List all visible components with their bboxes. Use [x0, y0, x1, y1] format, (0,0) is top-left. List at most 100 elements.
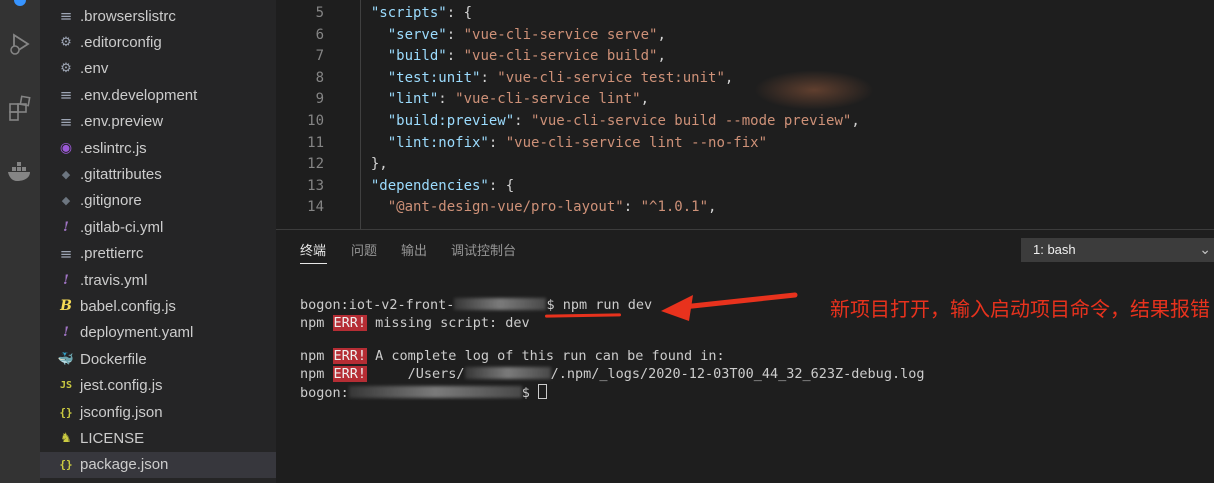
file-name: deployment.yaml: [80, 324, 194, 342]
eslint-icon: ◉: [59, 140, 73, 156]
code-token: "dependencies": [370, 177, 489, 194]
file-item[interactable]: ⚙ .env: [40, 56, 276, 82]
terminal-selector[interactable]: 1: bash ⌄: [1021, 238, 1214, 262]
error-message: A complete log of this run can be found …: [367, 348, 725, 364]
tab-terminal[interactable]: 终端: [300, 240, 326, 259]
npm-prefix: npm: [300, 366, 333, 382]
code-line[interactable]: 12 },: [276, 156, 1214, 178]
file-name: jest.config.js: [80, 377, 163, 395]
file-item[interactable]: ! .travis.yml: [40, 267, 276, 293]
code-token: :: [514, 113, 532, 129]
code-token: "build:preview": [387, 113, 515, 129]
debug-icon[interactable]: [0, 24, 40, 64]
git-icon: ◆: [61, 194, 71, 208]
code-text: "dependencies": {: [354, 178, 514, 194]
code-token: "lint": [387, 91, 439, 108]
code-line[interactable]: 10 "build:preview": "vue-cli-service bui…: [276, 113, 1214, 135]
code-line[interactable]: 7 "build": "vue-cli-service build",: [276, 48, 1214, 70]
file-item[interactable]: Bbabel.config.js: [40, 293, 276, 319]
file-item[interactable]: ⚙ .editorconfig: [40, 29, 276, 55]
terminal-line: npm ERR! missing script: dev: [300, 315, 530, 331]
file-item[interactable]: {} package.json: [40, 451, 276, 478]
file-item[interactable]: ◆ .gitattributes: [40, 161, 276, 187]
code-token: },: [370, 156, 388, 173]
yaml-icon: !: [63, 219, 69, 235]
file-name: .travis.yml: [80, 271, 148, 289]
code-line[interactable]: 9 "lint": "vue-cli-service lint",: [276, 91, 1214, 113]
file-name: LICENSE: [80, 429, 145, 447]
file-name: .env.development: [80, 86, 198, 104]
code-text: "lint": "vue-cli-service lint",: [354, 91, 649, 107]
json-icon: {}: [59, 405, 73, 419]
code-token: "vue-cli-service test:unit": [497, 69, 725, 86]
tab-output[interactable]: 输出: [401, 240, 427, 259]
code-token: :: [480, 69, 498, 86]
tab-debug-console[interactable]: 调试控制台: [451, 240, 516, 259]
file-item[interactable]: ! .gitlab-ci.yml: [40, 214, 276, 240]
terminal-cursor: [538, 384, 548, 399]
line-number: 12: [307, 156, 324, 173]
file-item[interactable]: ≡ .env.preview: [40, 109, 276, 135]
code-text: "serve": "vue-cli-service serve",: [354, 27, 666, 43]
code-line[interactable]: 8 "test:unit": "vue-cli-service test:uni…: [276, 70, 1214, 92]
file-item[interactable]: 🐳 Dockerfile: [40, 346, 276, 372]
code-token: ,: [851, 113, 860, 129]
code-text: },: [354, 156, 388, 172]
error-message: missing script: dev: [367, 315, 530, 331]
code-text: "lint:nofix": "vue-cli-service lint --no…: [354, 135, 767, 151]
code-token: "^1.0.1": [640, 199, 709, 216]
code-token: "vue-cli-service build": [463, 48, 658, 65]
code-line[interactable]: 5 "scripts": {: [276, 5, 1214, 27]
file-item[interactable]: ≡ .env.development: [40, 82, 276, 108]
terminal-line: npm ERR! A complete log of this run can …: [300, 348, 725, 364]
active-tab-indicator: [300, 263, 327, 264]
docker-icon[interactable]: [0, 152, 40, 192]
bottom-panel: 终端 问题 输出 调试控制台 1: bash ⌄ bogon:iot-v2-fr…: [276, 229, 1214, 483]
annotation-text: 新项目打开，输入启动项目命令，结果报错: [830, 297, 1210, 321]
code-token: ,: [657, 26, 666, 43]
error-badge: ERR!: [332, 366, 368, 382]
prompt-text: bogon:: [300, 385, 349, 401]
code-line[interactable]: 13 "dependencies": {: [276, 178, 1214, 200]
code-line[interactable]: 14 "@ant-design-vue/pro-layout": "^1.0.1…: [276, 199, 1214, 221]
file-item[interactable]: ♞ LICENSE: [40, 425, 276, 451]
extensions-icon[interactable]: [0, 88, 40, 128]
tab-problems[interactable]: 问题: [351, 240, 377, 259]
terminal-line: npm ERR! /Users/ /.npm/_logs/2020-12-03T0…: [300, 366, 924, 382]
file-item[interactable]: ≡ .browserslistrc: [40, 3, 276, 29]
code-token: :: [446, 48, 464, 65]
file-item[interactable]: {} jsconfig.json: [40, 399, 276, 425]
license-icon: ♞: [60, 430, 72, 446]
code-text: "build:preview": "vue-cli-service build …: [354, 113, 860, 129]
code-editor[interactable]: 5 "scripts": {6 "serve": "vue-cli-servic…: [276, 0, 1214, 229]
chevron-down-icon[interactable]: ⌄: [1199, 241, 1211, 258]
code-token: :: [488, 134, 506, 151]
git-icon: ◆: [61, 167, 71, 181]
file-item[interactable]: ≡ .prettierrc: [40, 241, 276, 267]
code-token: :: [438, 91, 456, 108]
log-path-start: /Users/: [367, 366, 465, 382]
file-item[interactable]: ! deployment.yaml: [40, 320, 276, 346]
file-item[interactable]: JS jest.config.js: [40, 373, 276, 399]
file-item[interactable]: ◉ .eslintrc.js: [40, 135, 276, 161]
error-badge: ERR!: [332, 348, 368, 364]
terminal-line: bogon: $: [300, 384, 548, 401]
docker-icon: 🐳: [57, 351, 75, 367]
npm-prefix: npm: [300, 315, 333, 331]
code-text: "test:unit": "vue-cli-service test:unit"…: [354, 69, 734, 86]
file-item[interactable]: ◆ .gitignore: [40, 188, 276, 214]
code-line[interactable]: 11 "lint:nofix": "vue-cli-service lint -…: [276, 135, 1214, 157]
code-token: ,: [657, 48, 666, 65]
file-name: .env: [80, 60, 109, 78]
line-number: 13: [307, 177, 324, 194]
yaml-icon: !: [63, 325, 69, 341]
code-token: "serve": [387, 26, 447, 43]
code-line[interactable]: 6 "serve": "vue-cli-service serve",: [276, 27, 1214, 49]
redacted-username: [454, 298, 547, 310]
